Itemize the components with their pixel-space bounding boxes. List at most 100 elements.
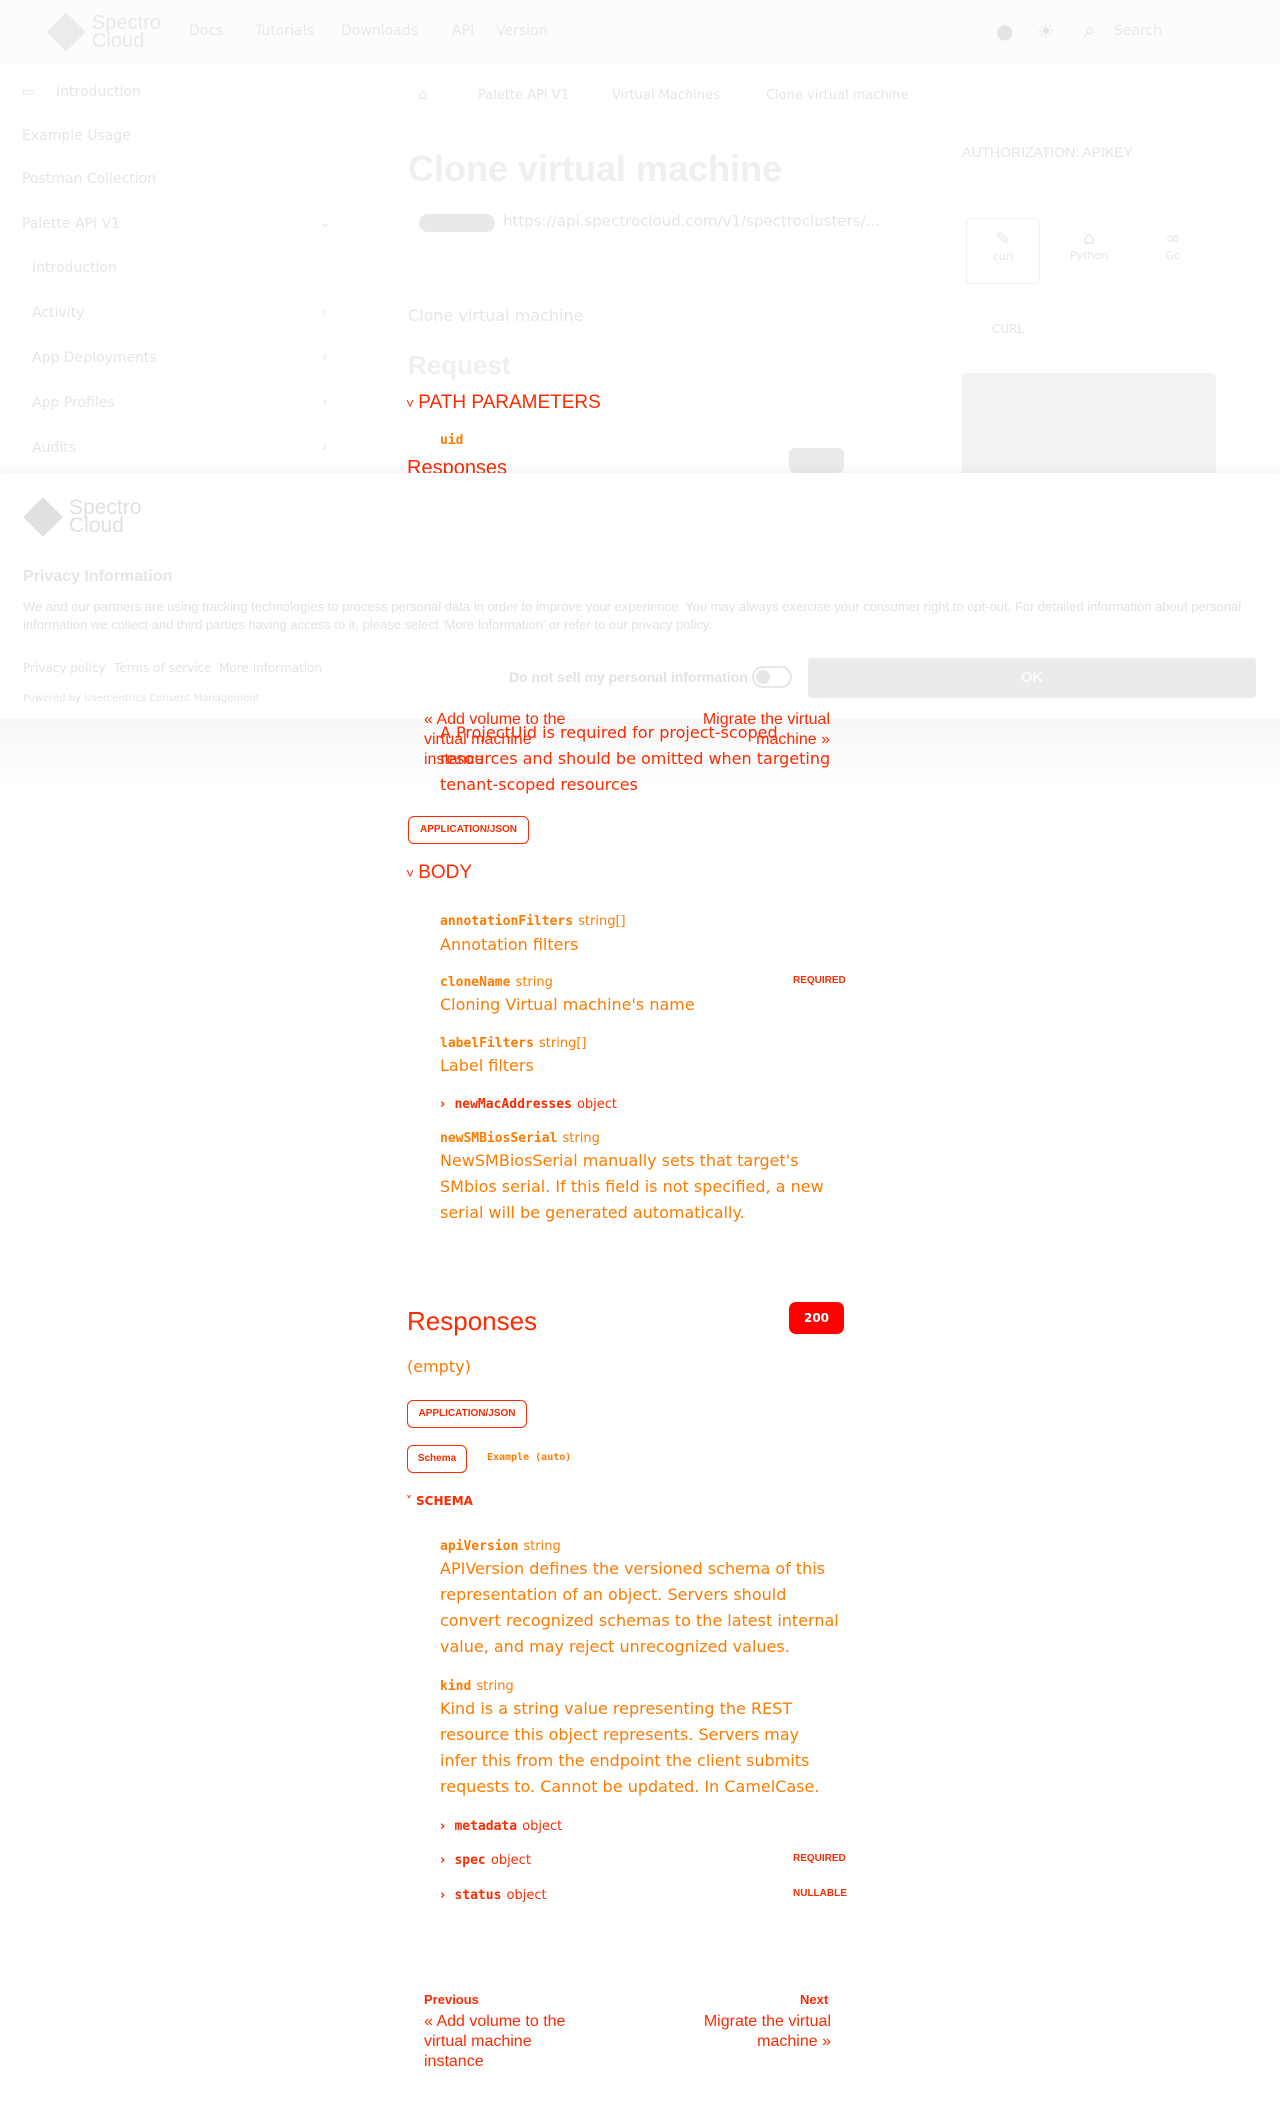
nav-docs[interactable]: Docs [189, 23, 223, 39]
previous-label: Previous [424, 1992, 479, 2007]
sidebar-item-api-introduction[interactable]: Introduction [32, 260, 117, 276]
tab-python-label: Python [1069, 249, 1109, 262]
field-desc: Kind is a string value representing the … [440, 1699, 820, 1796]
sidebar-item-app-profiles[interactable]: App Profiles [32, 395, 115, 411]
nullable-badge: NULLABLE [793, 1888, 847, 1899]
privacy-logo: Spectro Cloud [23, 495, 141, 539]
tab-go[interactable]: ∞ Go [1136, 218, 1210, 284]
tab-example[interactable]: Example (auto) [487, 1452, 571, 1463]
brand-mark-icon [23, 495, 63, 539]
do-not-sell-label: Do not sell my personal information [509, 669, 748, 685]
do-not-sell-toggle[interactable] [752, 666, 792, 688]
language-tabs: ✎ curl ⌂ Python ∞ Go [966, 218, 1214, 284]
field-clonename: cloneName string [440, 971, 553, 990]
chevron-right-icon: › [440, 1888, 446, 1903]
sidebar-item-audits[interactable]: Audits [32, 440, 76, 456]
response-empty: (empty) [407, 1357, 471, 1376]
schema-field-metadata[interactable]: › metadata object [440, 1815, 562, 1834]
next-link[interactable]: Migrate the virtual machine » [690, 2012, 831, 2052]
field-name: labelFilters [440, 1036, 534, 1051]
chevron-right-icon: › [440, 1853, 446, 1868]
field-newmacaddresses[interactable]: › newMacAddresses object [440, 1093, 617, 1112]
field-type: string [562, 1131, 600, 1146]
field-name: apiVersion [440, 1539, 519, 1554]
chevron-down-icon: ˅ [406, 395, 415, 411]
breadcrumb-item-api[interactable]: Palette API V1 [478, 88, 569, 103]
sidebar-item-introduction[interactable]: Introduction [56, 84, 141, 100]
schema-field-apiversion: apiVersion string [440, 1535, 561, 1554]
sidebar-home-icon: ▭ [22, 84, 36, 100]
breadcrumb-item-vms[interactable]: Virtual Machines [612, 88, 720, 103]
code-sample-label: CURL [992, 322, 1025, 336]
privacy-policy-link[interactable]: Privacy policy [23, 661, 106, 675]
body-heading: BODY [418, 862, 473, 883]
brand-mark-icon [46, 10, 86, 54]
curl-icon: ✎ [995, 229, 1011, 250]
tab-go-label: Go [1165, 249, 1181, 262]
chevron-right-icon: › [440, 1819, 446, 1834]
field-labelfilters: labelFilters string[] [440, 1032, 586, 1051]
field-desc: Cloning Virtual machine's name [440, 995, 695, 1014]
tab-schema[interactable]: Schema [407, 1445, 467, 1473]
field-type: string [476, 1679, 514, 1694]
chevron-right-icon[interactable]: › [322, 305, 327, 320]
path-params-toggle[interactable]: ˅ PATH PARAMETERS [406, 392, 601, 414]
nav-tutorials[interactable]: Tutorials [255, 23, 314, 39]
tab-python[interactable]: ⌂ Python [1052, 218, 1126, 284]
sidebar-item-example-usage[interactable]: Example Usage [22, 128, 131, 144]
privacy-text: We and our partners are using tracking t… [23, 599, 1242, 632]
brand-logo[interactable]: Spectro Cloud [46, 10, 161, 54]
privacy-logo-line2: Cloud [69, 514, 124, 537]
nav-downloads[interactable]: Downloads [341, 23, 418, 39]
project-uid-note: A ProjectUid is required for project-sco… [440, 723, 831, 794]
chevron-right-icon[interactable]: › [322, 395, 327, 410]
schema-field-spec[interactable]: › spec object [440, 1849, 531, 1868]
auth-label: AUTHORIZATION: APIKEY [962, 144, 1133, 160]
chevron-right-icon[interactable]: › [322, 440, 327, 455]
response-content-type[interactable]: APPLICATION/JSON [407, 1400, 527, 1428]
github-icon[interactable]: ● [996, 19, 1013, 43]
nav-version[interactable]: Version [496, 23, 547, 39]
theme-toggle-icon[interactable]: ☀ [1037, 19, 1055, 43]
search-icon[interactable]: ⌕ [1084, 18, 1095, 42]
field-type: object [576, 1097, 618, 1112]
ok-button[interactable]: OK [808, 658, 1256, 698]
previous-link[interactable]: « Add volume to the virtual machine inst… [424, 2012, 594, 2072]
chevron-down-icon: ˅ [406, 1494, 412, 1508]
field-name: metadata [454, 1819, 518, 1834]
schema-field-status[interactable]: › status object [440, 1884, 547, 1903]
more-info-link[interactable]: More Information [219, 661, 322, 675]
chevron-right-icon[interactable]: › [322, 350, 327, 365]
responses-heading: Responses [407, 1306, 538, 1336]
breadcrumb-item-current: Clone virtual machine [766, 88, 909, 103]
privacy-powered-by: Powered by Usercentrics Consent Manageme… [23, 693, 260, 704]
field-type: string[] [539, 1036, 587, 1051]
tab-curl[interactable]: ✎ curl [966, 218, 1040, 284]
field-type: string [515, 975, 553, 990]
chevron-down-icon[interactable]: ⌄ [320, 216, 331, 231]
sidebar-item-app-deployments[interactable]: App Deployments [32, 350, 157, 366]
nav-api[interactable]: API [452, 23, 474, 39]
field-name: newSMBiosSerial [440, 1131, 558, 1146]
tab-curl-label: curl [992, 250, 1014, 263]
body-toggle[interactable]: ˅ BODY [406, 862, 472, 884]
sidebar-item-activity[interactable]: Activity [32, 305, 84, 321]
brand-line2: Cloud [92, 30, 145, 52]
field-name: kind [440, 1679, 472, 1694]
response-code-badge[interactable]: 200 [789, 1302, 844, 1334]
endpoint-url: https://api.spectrocloud.com/v1/spectroc… [503, 212, 880, 230]
field-desc: APIVersion defines the versioned schema … [440, 1559, 839, 1656]
chevron-down-icon: ˅ [406, 865, 415, 881]
terms-link[interactable]: Terms of service [114, 661, 212, 675]
sidebar-item-palette-api[interactable]: Palette API V1 [22, 216, 120, 232]
sidebar-item-postman[interactable]: Postman Collection [22, 171, 156, 187]
code-sample-box [962, 373, 1216, 483]
search-label[interactable]: Search [1114, 23, 1162, 39]
home-icon[interactable]: ⌂ [418, 85, 428, 103]
field-type: object [490, 1853, 531, 1868]
schema-toggle[interactable]: ˅ SCHEMA [406, 1494, 473, 1508]
request-content-type[interactable]: APPLICATION/JSON [408, 816, 529, 844]
field-type: object [522, 1819, 563, 1834]
endpoint-summary: Clone virtual machine [408, 306, 584, 325]
top-navbar: Spectro Cloud Docs Tutorials Downloads A… [0, 0, 1280, 64]
